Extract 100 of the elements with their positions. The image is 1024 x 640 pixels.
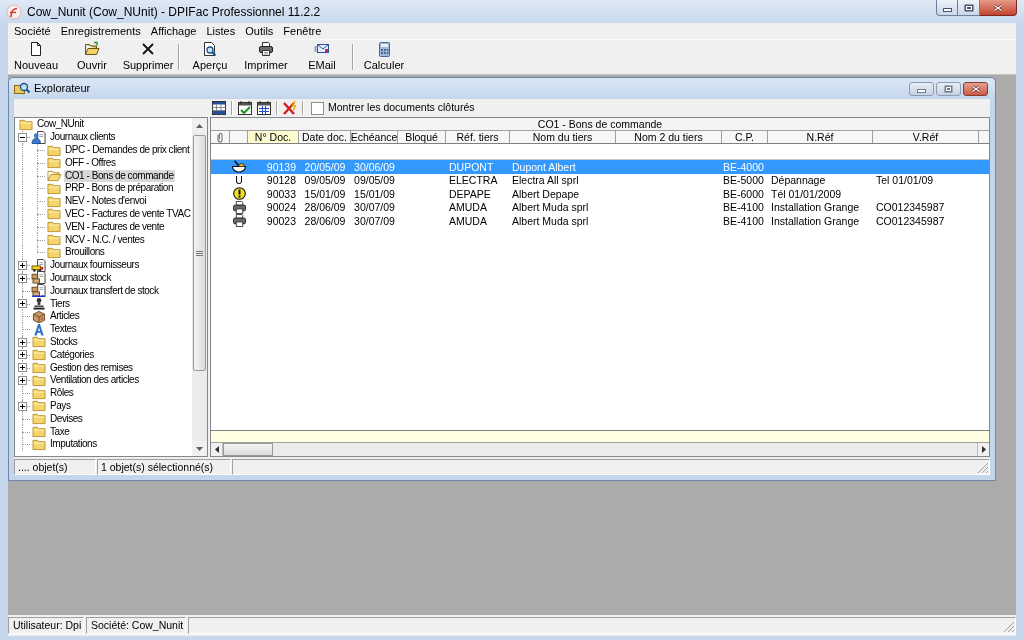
folder-icon (46, 156, 62, 170)
scroll-thumb[interactable] (193, 135, 206, 371)
table-window-icon[interactable] (211, 100, 227, 116)
status-field: Utilisateur: Dpi (8, 617, 84, 634)
show-closed-checkbox[interactable]: Montrer les documents clôturés (311, 100, 475, 116)
column-header[interactable] (211, 131, 230, 143)
tree-item[interactable]: Taxe (49, 425, 71, 438)
close-button[interactable] (980, 0, 1017, 16)
toolbar-button[interactable]: Calculer (356, 40, 412, 74)
expand-icon[interactable] (18, 337, 27, 347)
right-arrow-icon (981, 446, 986, 453)
tree-item[interactable]: Stocks (49, 335, 79, 348)
expand-icon[interactable] (18, 350, 27, 360)
toolbar-button[interactable]: Imprimer (238, 40, 294, 74)
menu-item[interactable]: Outils (240, 24, 279, 38)
status-field: 1 objet(s) sélectionné(s) (97, 459, 231, 475)
table-cell-text: 30/06/09 (353, 160, 396, 174)
menu-item[interactable]: Fenêtre (278, 24, 327, 38)
table-cell-text: 90024 (265, 200, 297, 214)
tree-item[interactable]: Devises (49, 412, 84, 425)
calendar-icon[interactable] (256, 100, 272, 116)
tree-item[interactable]: VEN - Factures de vente (64, 220, 166, 233)
column-header[interactable]: Echéance (351, 131, 398, 143)
folder-icon (31, 412, 47, 426)
toolbar-button[interactable]: Aperçu (182, 40, 238, 74)
scroll-left-button[interactable] (211, 443, 223, 456)
column-header[interactable]: Réf. tiers (446, 131, 510, 143)
tree-item[interactable]: Catégories (49, 348, 95, 361)
toolbar-button[interactable]: EMail (294, 40, 350, 74)
table-cell-text: ELECTRA (448, 173, 499, 187)
scroll-thumb[interactable] (223, 443, 273, 456)
scroll-right-button[interactable] (977, 443, 989, 456)
expand-icon[interactable] (18, 299, 27, 309)
table-cell-text: 15/01/09 (303, 187, 347, 201)
column-header[interactable]: C.P. (722, 131, 768, 143)
table-cell-text: Tel 01/01/09 (875, 173, 935, 187)
window-title: Cow_Nunit (Cow_NUnit) - DPIFac Professionnel 11.2.2 (27, 3, 321, 21)
expand-icon[interactable] (18, 273, 27, 283)
tree-item[interactable]: VEC - Factures de vente TVAC (64, 207, 192, 220)
column-header[interactable]: N.Réf (768, 131, 873, 143)
menu-item[interactable]: Affichage (145, 24, 202, 38)
toolbar-button[interactable]: Supprimer (120, 40, 176, 74)
folder-icon (46, 207, 62, 221)
tree-item[interactable]: Gestion des remises (49, 361, 134, 374)
expand-icon[interactable] (18, 375, 27, 385)
column-header[interactable]: Nom du tiers (510, 131, 616, 143)
open-folder-icon (46, 169, 62, 183)
toolbar-button[interactable]: Ouvrir (64, 40, 120, 74)
restore-button[interactable] (936, 82, 961, 96)
calendar-check-icon[interactable] (237, 100, 253, 116)
checkbox-icon[interactable] (311, 101, 324, 115)
table-cell-text: 30/07/09 (353, 200, 396, 214)
menu-item[interactable]: Enregistrements (55, 24, 146, 38)
tree-item[interactable]: Journaux transfert de stock (49, 284, 160, 297)
app-logo-icon (6, 3, 22, 20)
column-header[interactable]: Bloqué (398, 131, 446, 143)
menu-item[interactable]: Société (9, 24, 56, 38)
status-letter: U (235, 175, 243, 186)
left-arrow-icon (214, 446, 219, 453)
tree-item[interactable]: DPC - Demandes de prix client (64, 144, 191, 156)
tree-item[interactable]: OFF - Offres (64, 156, 117, 169)
expand-icon[interactable] (18, 260, 27, 270)
scroll-up-button[interactable] (192, 118, 207, 133)
scroll-down-button[interactable] (192, 441, 207, 456)
collapse-icon[interactable] (18, 132, 27, 142)
expand-icon[interactable] (18, 363, 27, 373)
tree-item[interactable]: CO1 - Bons de commande (64, 169, 175, 182)
column-header[interactable]: V.Réf (873, 131, 979, 143)
vertical-scrollbar[interactable] (192, 118, 207, 456)
tree-item[interactable]: PRP - Bons de préparation (64, 182, 175, 195)
tree-item[interactable]: Imputations (49, 438, 98, 451)
document-boxes-icon (31, 271, 47, 285)
table-cell-text: 20/05/09 (303, 160, 347, 174)
column-header[interactable]: Date doc. (299, 131, 351, 143)
column-header[interactable]: Nom 2 du tiers (616, 131, 722, 143)
down-arrow-icon (196, 446, 203, 451)
column-header[interactable]: N° Doc. (248, 131, 299, 143)
x-mark-icon (140, 41, 156, 57)
tree-item[interactable]: Journaux stock (49, 271, 112, 284)
horizontal-scrollbar[interactable] (211, 442, 989, 456)
grip-icon (196, 250, 203, 256)
tree-item[interactable]: NCV - N.C. / ventes (64, 233, 146, 246)
maximize-button[interactable] (958, 0, 980, 16)
tree-item[interactable]: Pays (49, 399, 72, 412)
open-folder-icon (84, 41, 100, 57)
toolbar-button[interactable]: Nouveau (8, 40, 64, 74)
menu-item[interactable]: Listes (201, 24, 241, 38)
table-cell-text: Albert Depape (511, 187, 581, 201)
expand-icon[interactable] (18, 401, 27, 411)
table-cell-text: CO012345987 (875, 200, 946, 214)
minimize-button[interactable] (936, 0, 958, 16)
table-cell-text: 90128 (265, 173, 297, 187)
x-spark-icon[interactable] (282, 100, 298, 116)
minimize-button[interactable] (909, 82, 934, 96)
table-cell-text: Albert Muda sprl (511, 200, 590, 214)
tree-item[interactable]: Tiers (49, 297, 71, 310)
close-button[interactable] (963, 82, 988, 96)
table-cell-text: Tél 01/01/2009 (770, 187, 843, 201)
folder-icon (31, 425, 47, 439)
table-cell-text: Dupont Albert (511, 160, 577, 174)
